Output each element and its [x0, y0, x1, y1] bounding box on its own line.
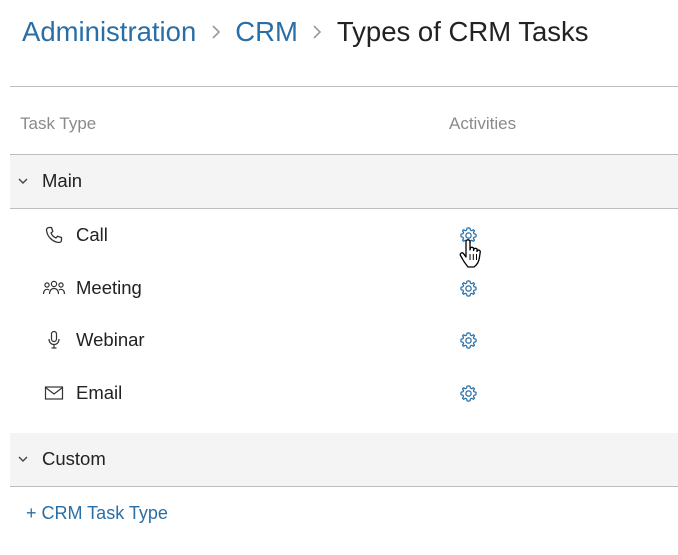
gear-icon[interactable]: [459, 331, 478, 350]
people-icon: [42, 277, 66, 299]
column-header-activities: Activities: [449, 114, 517, 133]
gear-icon[interactable]: [459, 384, 478, 403]
envelope-icon: [42, 382, 66, 404]
task-row-webinar[interactable]: Webinar: [10, 314, 678, 367]
group-label: Main: [42, 170, 83, 191]
microphone-icon: [42, 329, 66, 351]
add-crm-task-type-link[interactable]: + CRM Task Type: [26, 503, 168, 524]
group-label: Custom: [42, 448, 106, 469]
task-label: Webinar: [76, 329, 145, 350]
chevron-down-icon[interactable]: [17, 175, 29, 187]
gear-icon[interactable]: [459, 279, 478, 298]
chevron-right-icon: [196, 24, 235, 40]
group-row-main[interactable]: Main: [10, 155, 678, 209]
table-header: Task Type Activities: [10, 86, 678, 155]
gear-icon[interactable]: [459, 226, 478, 245]
task-label: Call: [76, 224, 108, 245]
chevron-down-icon[interactable]: [17, 453, 29, 465]
phone-icon: [42, 224, 66, 246]
breadcrumb-crm[interactable]: CRM: [235, 16, 298, 48]
group-row-custom[interactable]: Custom: [10, 433, 678, 487]
task-types-table: Task Type Activities Main Call Meeting W…: [10, 86, 678, 487]
page-title: Types of CRM Tasks: [336, 16, 589, 47]
task-row-meeting[interactable]: Meeting: [10, 262, 678, 315]
task-label: Meeting: [76, 276, 142, 298]
breadcrumb-administration[interactable]: Administration: [22, 16, 196, 48]
task-row-email[interactable]: Email: [10, 367, 678, 420]
chevron-right-icon: [298, 24, 337, 40]
task-label: Email: [76, 381, 123, 403]
column-header-task-type: Task Type: [20, 114, 97, 133]
task-row-call[interactable]: Call: [10, 209, 678, 262]
breadcrumb: Administration CRM Types of CRM Tasks: [22, 13, 589, 51]
